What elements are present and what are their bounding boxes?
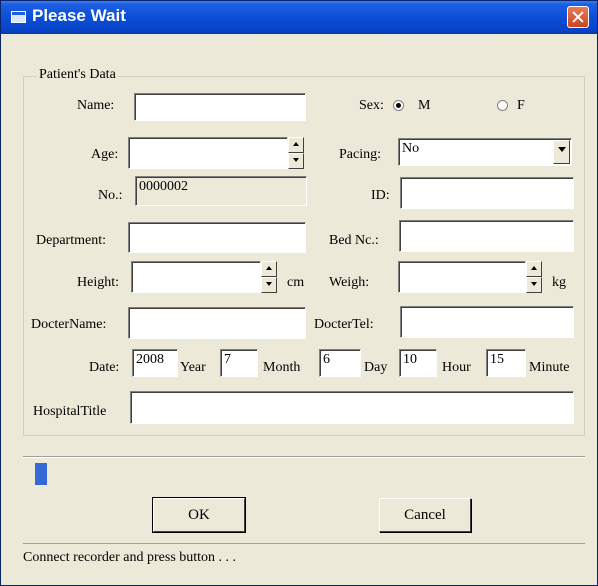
minute-field[interactable]: 15 [486,349,526,377]
doctor-name-label: DocterName: [31,317,107,332]
weight-field[interactable] [398,261,526,293]
weight-label: Weigh: [329,275,370,290]
pacing-value: No [402,141,420,156]
dialog-window: Please Wait Patient's Data Name: Sex: M … [0,0,598,586]
patient-data-group [23,76,585,436]
doctor-name-field[interactable] [128,307,306,339]
id-label: ID: [371,188,390,203]
window-icon [11,11,26,23]
group-legend: Patient's Data [37,67,118,83]
separator [23,456,585,458]
no-field: 0000002 [135,176,307,206]
height-spinner[interactable] [261,261,277,293]
close-icon[interactable] [567,6,589,28]
weight-spinner[interactable] [526,261,542,293]
spin-up-icon[interactable] [526,261,542,277]
minute-label: Minute [529,360,570,375]
sex-m-radio[interactable] [393,100,404,111]
doctor-tel-field[interactable] [400,306,574,338]
name-field[interactable] [134,93,306,121]
progress-bar [23,460,585,488]
day-label: Day [364,360,388,375]
window-title: Please Wait [32,6,126,25]
status-bar: Connect recorder and press button . . . [23,543,585,569]
pacing-label: Pacing: [339,147,381,162]
id-field[interactable] [400,177,574,209]
age-label: Age: [91,147,119,162]
ok-button[interactable]: OK [152,497,246,533]
pacing-select[interactable]: No [398,138,572,166]
cancel-button[interactable]: Cancel [379,498,471,532]
hospital-title-label: HospitalTitle [33,404,107,419]
sex-label: Sex: [359,98,384,113]
hour-label: Hour [442,360,471,375]
progress-fill [35,463,47,485]
height-label: Height: [77,275,119,290]
age-field[interactable] [128,137,288,169]
sex-f-label: F [517,98,525,113]
spin-down-icon[interactable] [288,153,304,169]
department-label: Department: [36,233,106,248]
year-field[interactable]: 2008 [132,349,178,377]
title-bar[interactable]: Please Wait [1,1,597,34]
hour-field[interactable]: 10 [399,349,437,377]
year-label: Year [180,360,206,375]
date-label: Date: [89,360,120,375]
height-unit: cm [287,275,305,290]
spin-up-icon[interactable] [261,261,277,277]
hospital-title-field[interactable] [130,391,574,424]
month-label: Month [263,360,301,375]
department-field[interactable] [128,222,306,253]
sex-f-radio[interactable] [497,100,508,111]
height-field[interactable] [131,261,261,293]
age-spinner[interactable] [288,137,304,169]
spin-up-icon[interactable] [288,137,304,153]
spin-down-icon[interactable] [526,277,542,293]
sex-m-label: M [418,98,431,113]
weight-unit: kg [552,275,566,290]
chevron-down-icon[interactable] [553,140,570,164]
month-field[interactable]: 7 [220,349,258,377]
doctor-tel-label: DocterTel: [314,317,374,332]
name-label: Name: [77,98,115,113]
no-label: No.: [98,188,123,203]
bed-no-field[interactable] [399,220,574,252]
spin-down-icon[interactable] [261,277,277,293]
bed-no-label: Bed Nc.: [329,233,379,248]
day-field[interactable]: 6 [319,349,361,377]
